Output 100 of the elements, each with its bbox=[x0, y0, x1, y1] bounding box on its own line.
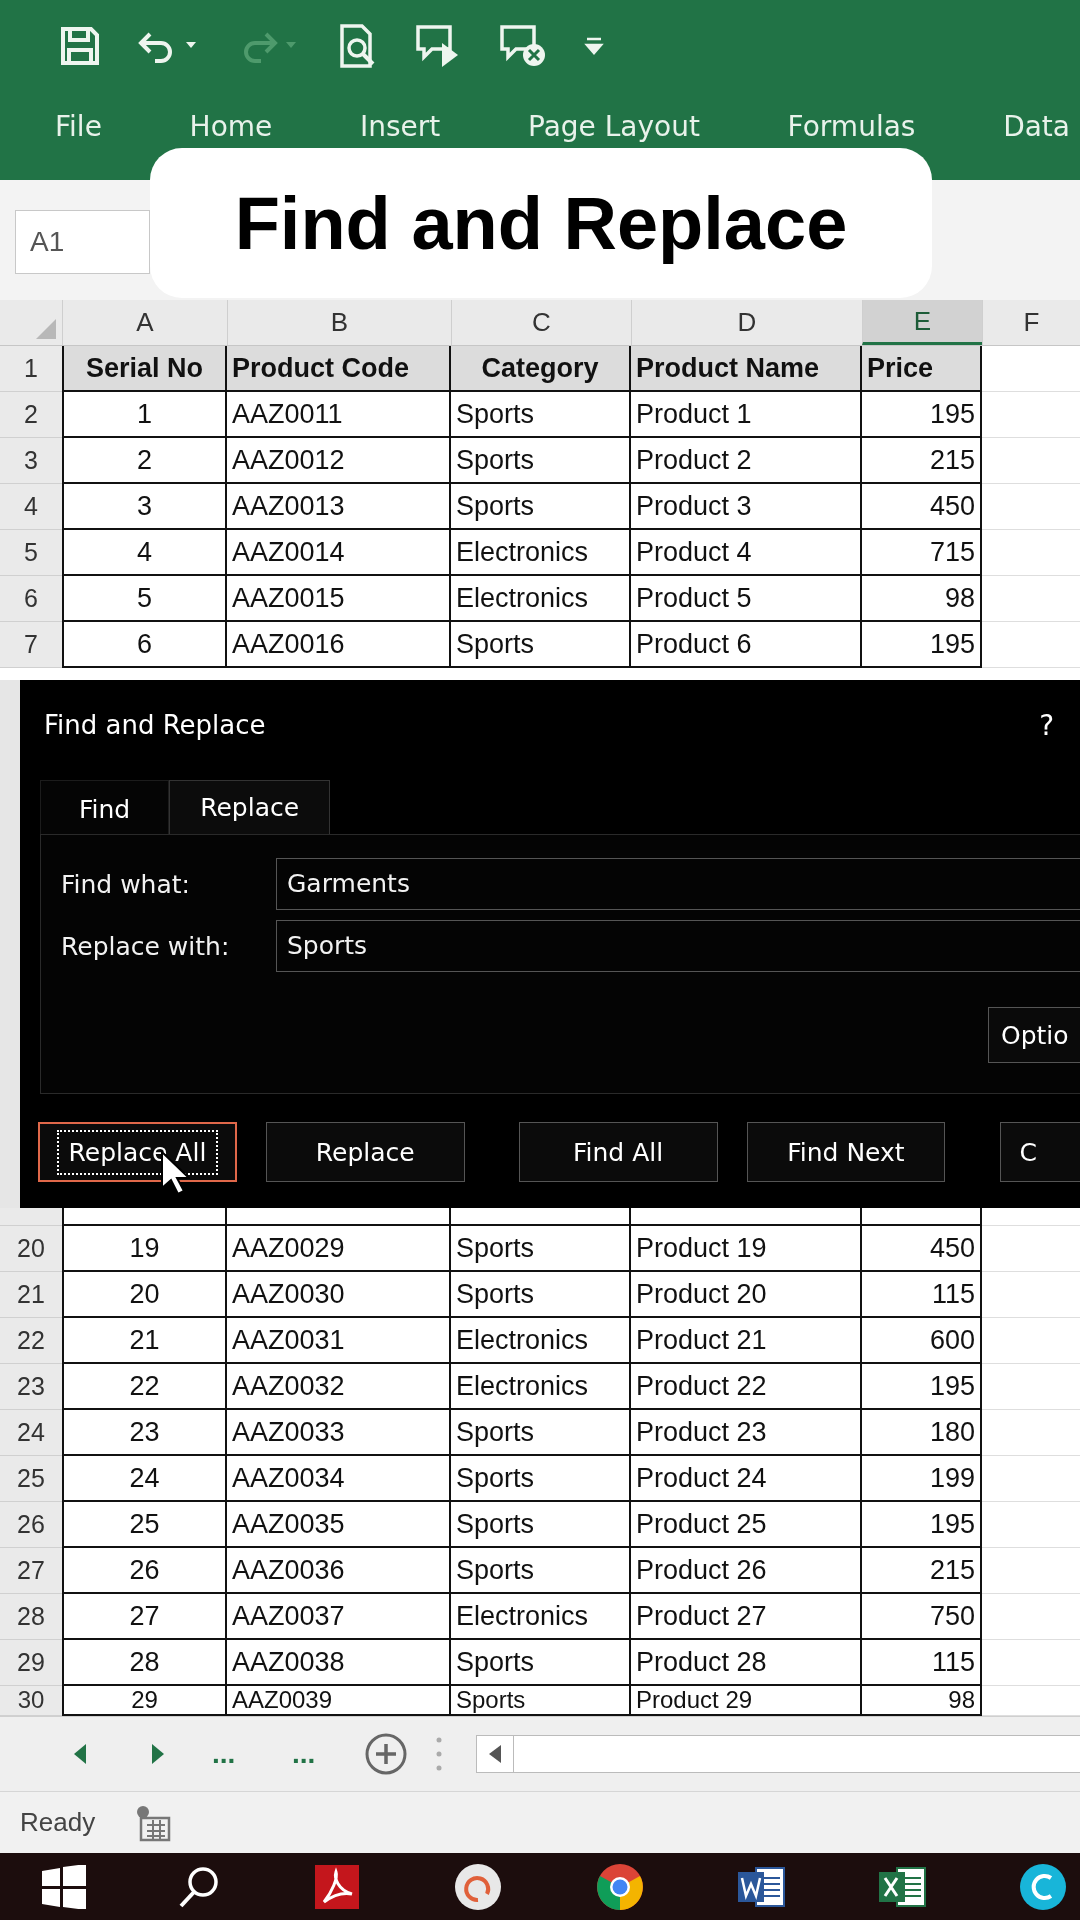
table-cell: 180 bbox=[862, 1410, 982, 1456]
horizontal-scrollbar[interactable] bbox=[476, 1735, 1080, 1773]
table-cell: 20 bbox=[62, 1272, 227, 1318]
column-header[interactable]: B bbox=[227, 300, 451, 345]
more-sheets-button[interactable]: ... bbox=[212, 1738, 244, 1770]
table-cell: 5 bbox=[62, 576, 227, 622]
ribbon-tab[interactable]: Home bbox=[189, 110, 273, 143]
table-cell: Sports bbox=[451, 1548, 631, 1594]
table-cell: Sports bbox=[451, 392, 631, 438]
row-number[interactable]: 20 bbox=[0, 1226, 62, 1272]
column-header[interactable]: E bbox=[862, 300, 982, 345]
row-number[interactable]: 28 bbox=[0, 1594, 62, 1640]
row-number[interactable]: 27 bbox=[0, 1548, 62, 1594]
table-cell: 195 bbox=[862, 1502, 982, 1548]
table-cell: AAZ0037 bbox=[227, 1594, 451, 1640]
table-cell: Sports bbox=[451, 1272, 631, 1318]
table-cell: Sports bbox=[451, 1640, 631, 1686]
table-cell: 600 bbox=[862, 1318, 982, 1364]
row-number[interactable]: 30 bbox=[0, 1686, 62, 1716]
field-label: Find what: bbox=[60, 869, 191, 899]
row-number[interactable]: 2 bbox=[0, 392, 62, 438]
table-cell: Product 21 bbox=[631, 1318, 862, 1364]
comment-delete-icon[interactable] bbox=[498, 23, 548, 69]
table-cell: Sports bbox=[451, 1502, 631, 1548]
header-cell: Price bbox=[862, 346, 982, 392]
windows-start-icon[interactable] bbox=[42, 1865, 86, 1909]
dialog-button[interactable]: Find All bbox=[518, 1122, 718, 1182]
scroll-left-icon[interactable] bbox=[489, 1745, 501, 1763]
row-number[interactable]: 7 bbox=[0, 622, 62, 668]
table-cell: 27 bbox=[62, 1594, 227, 1640]
splitter-handle-icon[interactable] bbox=[436, 1736, 442, 1772]
table-cell: Product 22 bbox=[631, 1364, 862, 1410]
table-cell: Product 24 bbox=[631, 1456, 862, 1502]
table-cell: Product 3 bbox=[631, 484, 862, 530]
row-number[interactable]: 25 bbox=[0, 1456, 62, 1502]
table-cell: 195 bbox=[862, 622, 982, 668]
table-cell: 4 bbox=[62, 530, 227, 576]
input-field[interactable]: Sports bbox=[276, 920, 1080, 972]
input-field[interactable]: Garments bbox=[276, 858, 1080, 910]
table-cell: AAZ0033 bbox=[227, 1410, 451, 1456]
table-cell: Product 4 bbox=[631, 530, 862, 576]
header-cell: Product Code bbox=[227, 346, 451, 392]
dialog-button[interactable]: Replace All bbox=[38, 1122, 237, 1182]
table-cell: Electronics bbox=[451, 1364, 631, 1410]
design-app-icon[interactable] bbox=[1018, 1862, 1068, 1912]
table-cell: Electronics bbox=[451, 530, 631, 576]
ribbon-tab[interactable]: Formulas bbox=[787, 110, 916, 143]
row-number[interactable]: 24 bbox=[0, 1410, 62, 1456]
row-number[interactable]: 23 bbox=[0, 1364, 62, 1410]
table-cell: Product 26 bbox=[631, 1548, 862, 1594]
save-icon[interactable] bbox=[58, 24, 102, 68]
title-banner: Find and Replace bbox=[150, 148, 932, 298]
table-cell: Sports bbox=[451, 484, 631, 530]
column-header[interactable]: C bbox=[451, 300, 631, 345]
name-box[interactable]: A1 bbox=[15, 210, 150, 274]
row-number[interactable]: 29 bbox=[0, 1640, 62, 1686]
table-cell: 195 bbox=[862, 1364, 982, 1410]
column-header[interactable]: F bbox=[982, 300, 1080, 345]
row-number[interactable]: 4 bbox=[0, 484, 62, 530]
ribbon-tab[interactable]: Page Layout bbox=[528, 110, 700, 143]
table-cell: 98 bbox=[862, 576, 982, 622]
table-cell: AAZ0034 bbox=[227, 1456, 451, 1502]
dialog-title: Find and Replace bbox=[44, 710, 266, 740]
add-sheet-icon[interactable] bbox=[364, 1732, 408, 1776]
row-number[interactable]: 22 bbox=[0, 1318, 62, 1364]
ribbon-tab[interactable]: File bbox=[55, 110, 102, 143]
ribbon-tab[interactable]: Insert bbox=[360, 110, 441, 143]
table-cell: Sports bbox=[451, 438, 631, 484]
row-number[interactable]: 3 bbox=[0, 438, 62, 484]
more-sheets-button[interactable]: ... bbox=[292, 1738, 324, 1770]
row-number[interactable]: 6 bbox=[0, 576, 62, 622]
row-number[interactable]: 26 bbox=[0, 1502, 62, 1548]
previous-sheet-icon[interactable] bbox=[74, 1744, 88, 1764]
dialog-button[interactable]: Replace bbox=[265, 1122, 465, 1182]
table-cell: AAZ0014 bbox=[227, 530, 451, 576]
ribbon-tab[interactable]: Data bbox=[1003, 110, 1070, 143]
table-cell: Product 20 bbox=[631, 1272, 862, 1318]
table-cell: AAZ0016 bbox=[227, 622, 451, 668]
table-cell: Sports bbox=[451, 1410, 631, 1456]
dialog-button[interactable]: Find Next bbox=[746, 1122, 946, 1182]
macro-record-icon[interactable] bbox=[135, 1803, 172, 1842]
table-cell: 199 bbox=[862, 1456, 982, 1502]
next-sheet-icon[interactable] bbox=[150, 1744, 164, 1764]
dialog-tab[interactable]: Find bbox=[40, 780, 170, 834]
help-button[interactable]: ? bbox=[1033, 707, 1060, 743]
row-number[interactable]: 5 bbox=[0, 530, 62, 576]
table-cell: 115 bbox=[862, 1272, 982, 1318]
app-circle-icon[interactable] bbox=[453, 1862, 504, 1912]
options-button[interactable]: Optio bbox=[988, 1007, 1080, 1063]
table-cell: Sports bbox=[451, 1226, 631, 1272]
dialog-tab[interactable]: Replace bbox=[169, 780, 331, 834]
dialog-button[interactable]: C bbox=[1000, 1122, 1080, 1182]
row-number[interactable]: 21 bbox=[0, 1272, 62, 1318]
table-cell: 23 bbox=[62, 1410, 227, 1456]
header-cell: Product Name bbox=[631, 346, 862, 392]
row-number[interactable]: 1 bbox=[0, 346, 62, 392]
browser-icon[interactable] bbox=[594, 1862, 645, 1912]
table-cell: Sports bbox=[451, 622, 631, 668]
field-label: Replace with: bbox=[60, 931, 231, 961]
column-header[interactable]: A bbox=[62, 300, 227, 345]
